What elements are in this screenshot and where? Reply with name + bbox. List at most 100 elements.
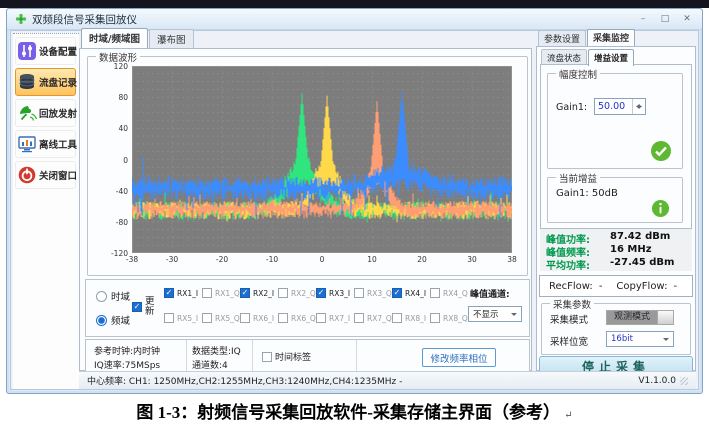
modify-freq-phase-button[interactable]: 修改频率相位 — [422, 348, 496, 367]
checkbox-rx7-q[interactable]: RX7_Q — [354, 313, 392, 323]
current-gain-value: Gain1: 50dB — [556, 188, 618, 199]
power-readouts: 峰值功率: 87.42 dBm 峰值频率: 16 MHz 平均功率: -27.4… — [540, 229, 692, 271]
checkbox-box — [278, 288, 288, 298]
current-gain-label: 当前增益 — [556, 171, 600, 185]
checkbox-label: RX4_I — [405, 289, 426, 298]
amplitude-group-label: 幅度控制 — [556, 67, 600, 81]
toggle-knob — [657, 311, 673, 324]
checkbox-rx4-q[interactable]: RX4_Q — [430, 288, 468, 298]
checkbox-rx4-i[interactable]: ✓RX4_I — [392, 288, 426, 298]
recflow-label: RecFlow: — [549, 281, 593, 292]
recflow-value: - — [599, 281, 603, 292]
checkbox-box — [262, 352, 272, 362]
sidebar-item-close-window[interactable]: 关闭窗口 — [15, 161, 76, 189]
power-icon — [17, 165, 37, 185]
checkbox-rx3-q[interactable]: RX3_Q — [354, 288, 392, 298]
checkbox-box — [202, 313, 212, 323]
amplitude-control-groupbox: 幅度控制 Gain1: 50.00 — [547, 73, 683, 169]
sidebar-item-device-config[interactable]: 设备配置 — [15, 37, 76, 65]
tab-time-freq-domain[interactable]: 时域/频域图 — [81, 28, 148, 48]
right-tab-bar: 参数设置 采集监控 — [538, 31, 636, 46]
checkbox-box — [316, 313, 326, 323]
checkbox-time-tag[interactable]: 时间标签 — [262, 350, 311, 363]
radio-dot — [96, 315, 107, 326]
tab-parameter-settings[interactable]: 参数设置 — [538, 30, 586, 46]
radio-freq-domain[interactable]: 频域 — [96, 313, 130, 327]
main-area: 时域/频域图 瀑布图 数据波形 12080400-40-80-120 -38-3… — [79, 31, 534, 371]
version-text: V1.1.0.0 — [638, 376, 676, 386]
status-bar: 中心频率: CH1: 1250MHz,CH2:1255MHz,CH3:1240M… — [79, 371, 696, 389]
x-axis-ticks: -38-30-20-10010203038 — [88, 255, 527, 267]
database-icon — [17, 72, 37, 92]
sidebar-item-label: 设备配置 — [39, 44, 77, 58]
subtab-gain-settings[interactable]: 增益设置 — [588, 49, 634, 66]
peak-freq-value: 16 MHz — [610, 244, 652, 255]
waveform-groupbox: 数据波形 12080400-40-80-120 -38-30-20-100102… — [87, 56, 528, 276]
checkbox-rx7-i[interactable]: RX7_I — [316, 313, 350, 323]
checkbox-rx1-q[interactable]: RX1_Q — [202, 288, 240, 298]
y-axis-ticks: 12080400-40-80-120 — [90, 66, 129, 253]
document-page: 双频段信号采集回放仪 – □ ✕ 设备配置 — [0, 0, 709, 429]
sidebar-item-label: 关闭窗口 — [39, 168, 77, 182]
checkbox-label: RX6_I — [253, 314, 274, 323]
radio-time-domain[interactable]: 时域 — [96, 289, 130, 303]
app-window: 双频段信号采集回放仪 – □ ✕ 设备配置 — [6, 8, 703, 394]
checkbox-label: RX2_Q — [291, 289, 316, 298]
checkbox-rx1-i[interactable]: ✓RX1_I — [164, 288, 198, 298]
maximize-button[interactable]: □ — [658, 14, 672, 24]
checkbox-rx2-q[interactable]: RX2_Q — [278, 288, 316, 298]
spectrum-plot — [132, 66, 512, 253]
dropdown-arrow-icon — [511, 313, 517, 319]
checkbox-label: RX6_Q — [291, 314, 316, 323]
tab-waterfall[interactable]: 瀑布图 — [149, 29, 194, 48]
sidebar-item-label: 回放发射 — [39, 106, 77, 120]
gain1-label: Gain1: — [556, 102, 587, 113]
tab-acquisition-monitor[interactable]: 采集监控 — [587, 29, 635, 46]
checkbox-rx6-i[interactable]: RX6_I — [240, 313, 274, 323]
checkbox-label: RX7_I — [329, 314, 350, 323]
checkbox-rx5-q[interactable]: RX5_Q — [202, 313, 240, 323]
checkbox-rx2-i[interactable]: ✓RX2_I — [240, 288, 274, 298]
radio-label: 频域 — [111, 313, 130, 327]
capture-mode-label: 采集模式 — [550, 312, 588, 326]
app-icon — [15, 13, 27, 25]
checkbox-rx8-q[interactable]: RX8_Q — [430, 313, 468, 323]
close-button[interactable]: ✕ — [680, 14, 694, 24]
checkbox-box: ✓ — [316, 288, 326, 298]
channel-select-panel: 时域 频域 ✓ 更新 ✓RX1_I RX1_Q ✓RX2_I — [85, 279, 530, 337]
checkbox-rx6-q[interactable]: RX6_Q — [278, 313, 316, 323]
sidebar-item-playback-transmit[interactable]: 回放发射 — [15, 99, 76, 127]
sidebar-item-label: 流盘记录 — [39, 75, 77, 89]
gain1-value: 50.00 — [595, 99, 632, 114]
iq-rate-text: IQ速率:75MSps — [94, 358, 160, 371]
divider — [252, 340, 253, 373]
sidebar-item-label: 离线工具 — [39, 137, 77, 151]
checkbox-label: RX1_Q — [215, 289, 240, 298]
checkbox-rx8-i[interactable]: RX8_I — [392, 313, 426, 323]
gain1-spinner[interactable]: 50.00 — [594, 98, 646, 115]
checkbox-label: RX3_I — [329, 289, 350, 298]
checkbox-label: RX5_Q — [215, 314, 240, 323]
main-tab-page: 数据波形 12080400-40-80-120 -38-30-20-100102… — [79, 48, 532, 371]
capture-mode-toggle[interactable]: 观测模式 — [606, 310, 674, 325]
sliders-icon — [17, 41, 37, 61]
checkbox-box: ✓ — [132, 302, 142, 312]
checkbox-rx3-i[interactable]: ✓RX3_I — [316, 288, 350, 298]
checkbox-label: 更新 — [145, 297, 156, 317]
spinner-down-icon[interactable] — [633, 107, 645, 115]
peak-channel-dropdown[interactable]: 不显示 — [468, 306, 522, 322]
current-gain-groupbox: 当前增益 Gain1: 50dB — [547, 177, 683, 223]
sidebar-item-stream-record[interactable]: 流盘记录 — [15, 68, 76, 96]
title-bar[interactable]: 双频段信号采集回放仪 – □ ✕ — [7, 9, 702, 30]
checkbox-rx5-i[interactable]: RX5_I — [164, 313, 198, 323]
window-client-area: 设备配置 流盘记录 — [10, 30, 699, 390]
peak-channel-label: 峰值通道: — [470, 287, 510, 300]
resize-grip[interactable] — [680, 377, 688, 385]
spinner-buttons[interactable] — [632, 99, 645, 114]
data-type-text: 数据类型:IQ — [192, 344, 241, 357]
radio-label: 时域 — [111, 289, 130, 303]
checkbox-update[interactable]: ✓ 更新 — [132, 297, 156, 317]
minimize-button[interactable]: – — [636, 14, 650, 24]
sidebar-item-offline-tools[interactable]: 离线工具 — [15, 130, 76, 158]
sample-bits-dropdown[interactable]: 16bit — [606, 331, 674, 347]
